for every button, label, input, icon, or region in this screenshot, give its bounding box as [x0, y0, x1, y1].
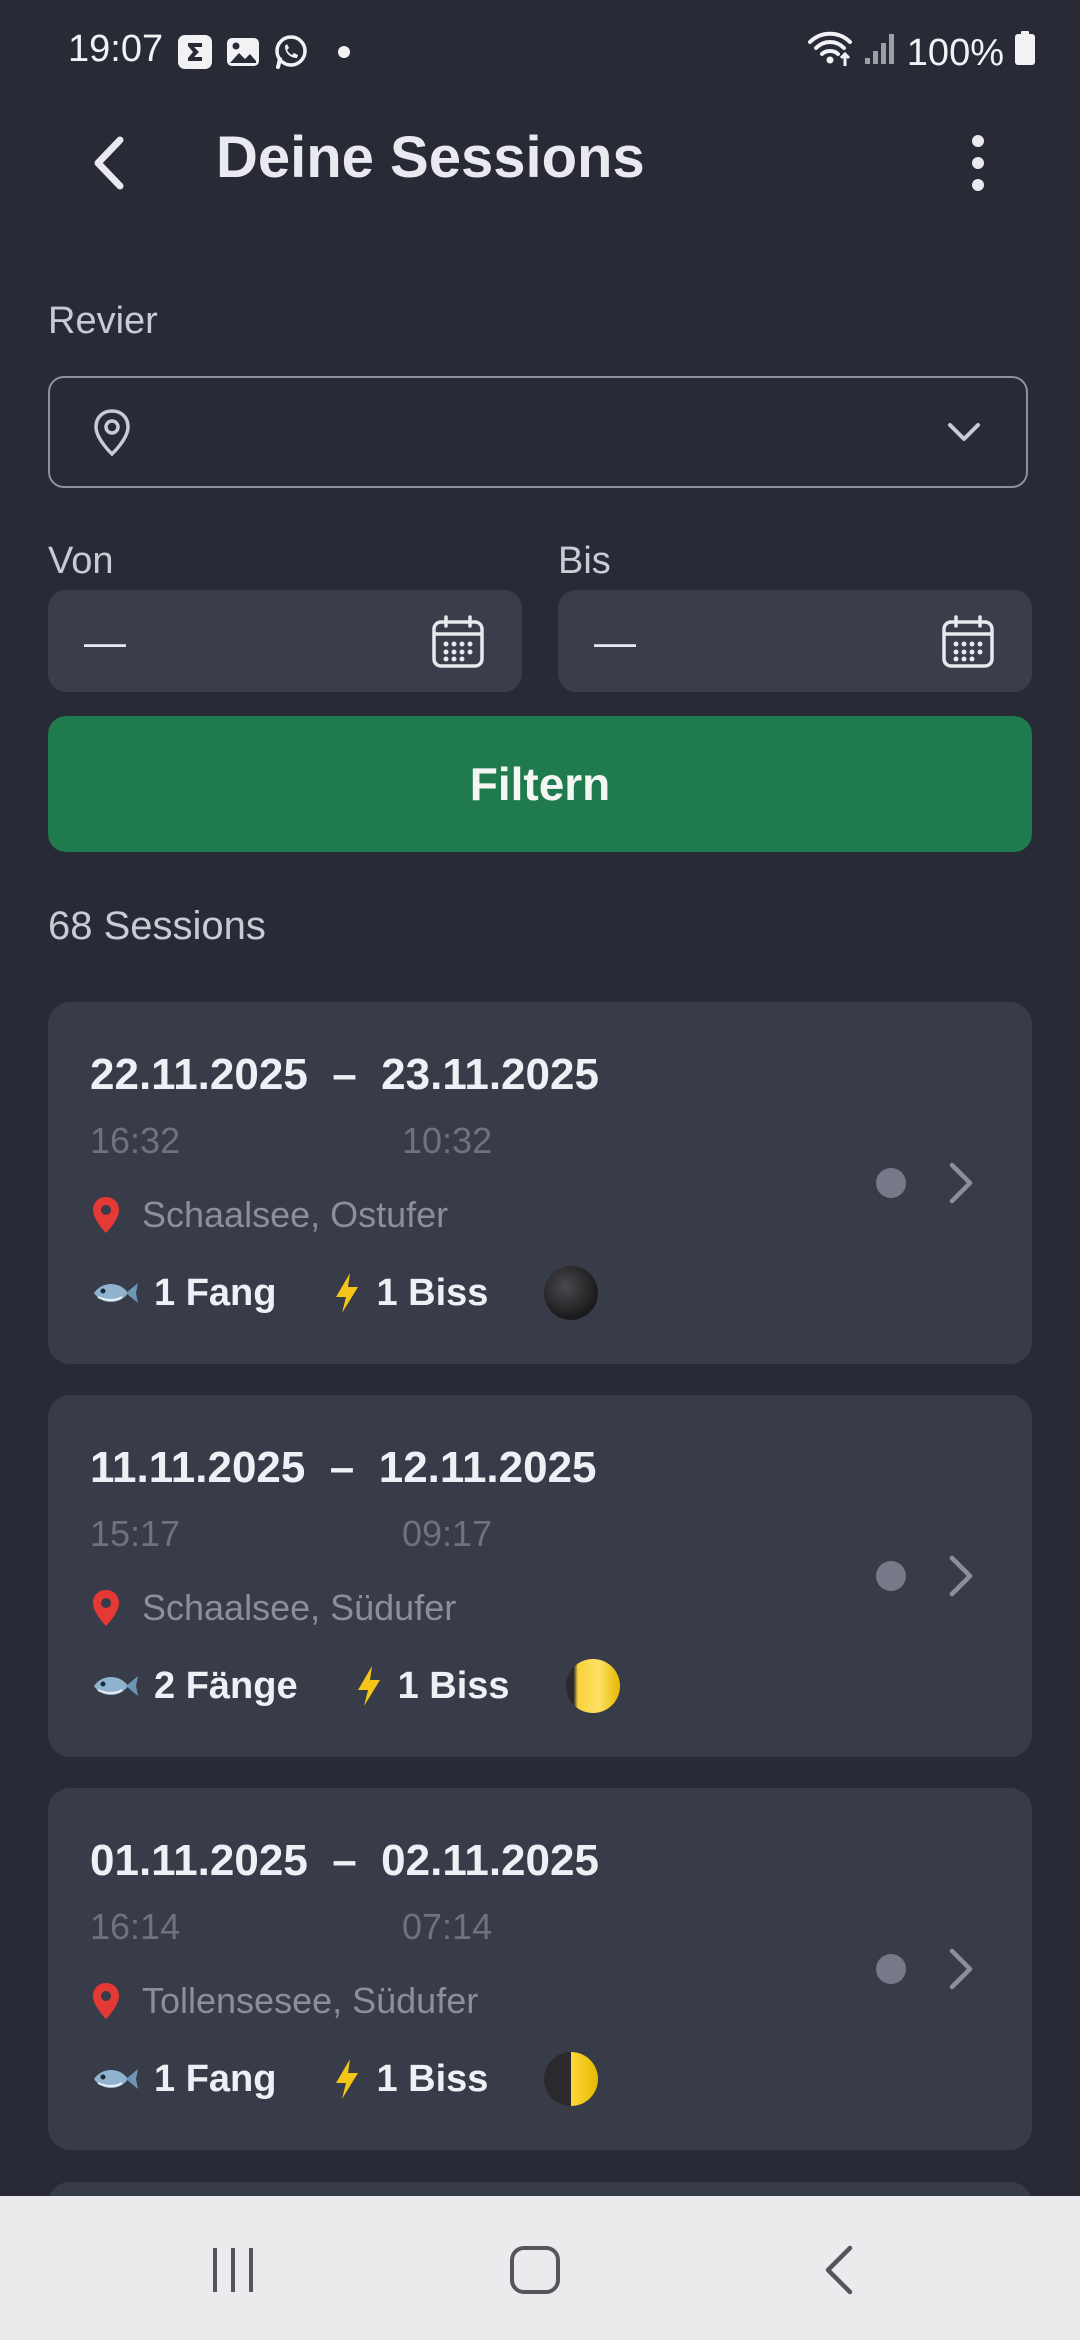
- catch-count-text: 2 Fänge: [154, 1664, 298, 1707]
- session-card[interactable]: 22.11.2025 – 23.11.2025 16:32 10:32 Scha…: [48, 1002, 1032, 1364]
- bite-count: 1 Biss: [332, 1271, 488, 1315]
- session-dates: 01.11.2025 – 02.11.2025: [90, 1836, 599, 1885]
- session-end-time: 09:17: [402, 1513, 493, 1554]
- bite-count: 1 Biss: [332, 2057, 488, 2101]
- calendar-icon: [432, 615, 484, 668]
- location-pin-icon: [93, 1590, 119, 1626]
- von-date-value: —: [84, 618, 126, 665]
- session-location: Tollensesee, Südufer: [142, 1980, 479, 2021]
- back-arrow-icon: [94, 136, 124, 190]
- catch-count: 1 Fang: [90, 1272, 276, 1315]
- more-notifications-dot: [338, 46, 350, 58]
- waxing-gibbous-moon-icon: [565, 1659, 620, 1713]
- session-start-time: 16:32: [90, 1120, 181, 1161]
- bis-date-field[interactable]: —: [558, 590, 1032, 692]
- more-vertical-icon: [972, 135, 984, 191]
- lightning-icon: [336, 1273, 359, 1313]
- session-start-time: 16:14: [90, 1906, 181, 1947]
- catch-count: 2 Fänge: [90, 1665, 298, 1708]
- catch-count-text: 1 Fang: [154, 2057, 277, 2100]
- revier-select[interactable]: [48, 376, 1028, 488]
- battery-icon: [1014, 30, 1036, 76]
- session-end-time: 07:14: [402, 1906, 493, 1947]
- wifi-icon: [807, 28, 853, 78]
- status-time: 19:07: [68, 28, 164, 70]
- new-moon-icon: [544, 1266, 599, 1320]
- battery-percent: 100%: [906, 31, 1004, 74]
- revier-label: Revier: [48, 300, 158, 342]
- lightning-icon: [336, 2059, 359, 2099]
- gallery-icon: [224, 33, 262, 71]
- status-notification-icons: [176, 32, 350, 72]
- catch-count-text: 1 Fang: [154, 1271, 277, 1314]
- von-date-field[interactable]: —: [48, 590, 522, 692]
- bite-count-text: 1 Biss: [376, 1271, 489, 1314]
- fish-icon: [94, 2069, 138, 2089]
- whatsapp-icon: [272, 33, 310, 71]
- session-dates: 22.11.2025 – 23.11.2025: [90, 1050, 599, 1099]
- more-options-button[interactable]: [956, 128, 1000, 198]
- session-count: 68 Sessions: [48, 904, 266, 948]
- recent-apps-icon[interactable]: [208, 2242, 258, 2298]
- page-title: Deine Sessions: [216, 125, 645, 190]
- session-end-time: 10:32: [402, 1120, 493, 1161]
- bite-count: 1 Biss: [354, 1664, 510, 1708]
- first-quarter-moon-icon: [544, 2052, 599, 2106]
- bis-date-value: —: [594, 618, 636, 665]
- sigma-app-icon: [176, 33, 214, 71]
- session-card[interactable]: 01.11.2025 – 02.11.2025 16:14 07:14 Toll…: [48, 1788, 1032, 2150]
- chevron-right-icon: [949, 1162, 973, 1204]
- home-icon[interactable]: [508, 2242, 564, 2298]
- back-button[interactable]: [80, 128, 140, 198]
- status-right-group: 100%: [807, 28, 1036, 78]
- bite-count-text: 1 Biss: [397, 1664, 510, 1707]
- von-label: Von: [48, 540, 114, 582]
- chevron-right-icon: [949, 1555, 973, 1597]
- session-location: Schaalsee, Ostufer: [142, 1194, 449, 1235]
- location-pin-icon: [93, 1197, 119, 1233]
- fish-icon: [94, 1676, 138, 1696]
- back-nav-icon[interactable]: [820, 2242, 860, 2298]
- filter-button[interactable]: Filtern: [48, 716, 1032, 852]
- session-dates: 11.11.2025 – 12.11.2025: [90, 1443, 597, 1492]
- session-start-time: 15:17: [90, 1513, 181, 1554]
- chevron-down-icon: [948, 423, 980, 441]
- status-indicator-dot: [876, 1954, 906, 1984]
- chevron-right-icon: [949, 1948, 973, 1990]
- status-indicator-dot: [876, 1168, 906, 1198]
- bis-label: Bis: [558, 540, 611, 582]
- catch-count: 1 Fang: [90, 2058, 276, 2101]
- signal-icon: [863, 30, 897, 76]
- session-card[interactable]: 11.11.2025 – 12.11.2025 15:17 09:17 Scha…: [48, 1395, 1032, 1757]
- system-navigation-bar: [0, 2196, 1080, 2340]
- location-pin-icon: [94, 409, 130, 457]
- lightning-icon: [357, 1666, 380, 1706]
- calendar-icon: [942, 615, 994, 668]
- bite-count-text: 1 Biss: [376, 2057, 489, 2100]
- session-location: Schaalsee, Südufer: [142, 1587, 457, 1628]
- fish-icon: [94, 1283, 138, 1303]
- status-indicator-dot: [876, 1561, 906, 1591]
- location-pin-icon: [93, 1983, 119, 2019]
